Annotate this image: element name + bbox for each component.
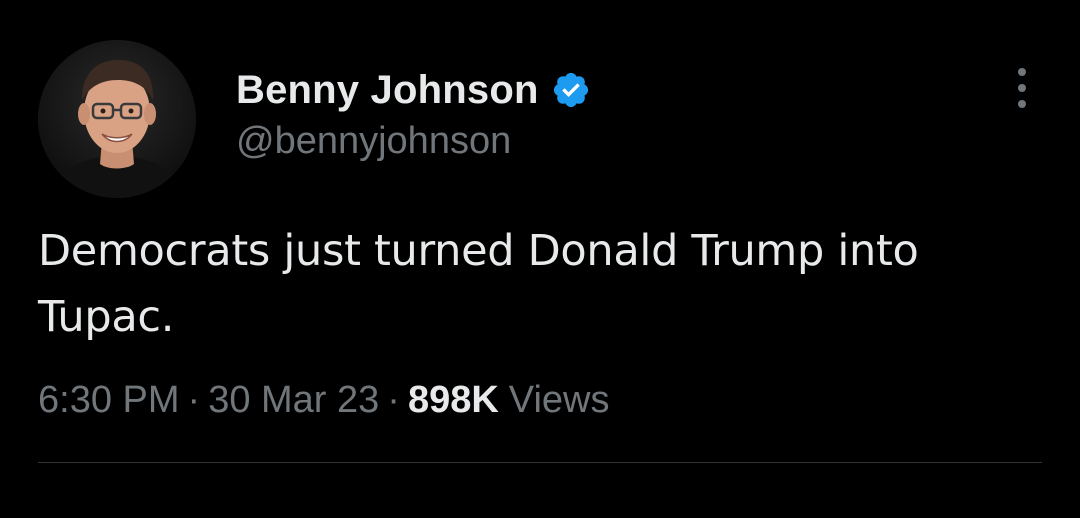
author-name-row: Benny Johnson xyxy=(236,64,591,116)
meta-separator: · xyxy=(387,378,400,421)
tweet-text: Democrats just turned Donald Trump into … xyxy=(38,226,919,342)
tweet-time[interactable]: 6:30 PM xyxy=(38,379,180,422)
avatar-image xyxy=(38,40,196,198)
more-vertical-icon[interactable] xyxy=(1004,66,1040,110)
meta-separator: · xyxy=(187,378,201,421)
tweet-meta: 6:30 PM · 30 Mar 23 · 898K Views xyxy=(38,374,609,426)
author-display-name[interactable]: Benny Johnson xyxy=(236,68,539,113)
author-handle[interactable]: @bennyjohnson xyxy=(236,120,511,163)
tweet: Benny Johnson @bennyjohnson Democrats ju… xyxy=(0,0,1080,518)
views-count[interactable]: 898K xyxy=(408,379,499,422)
more-dot xyxy=(1018,84,1026,92)
verified-badge-icon[interactable] xyxy=(551,70,591,110)
avatar[interactable] xyxy=(38,40,196,198)
views-label: Views xyxy=(508,378,610,421)
more-dot xyxy=(1018,68,1026,76)
divider xyxy=(38,462,1042,463)
tweet-date[interactable]: 30 Mar 23 xyxy=(208,379,379,422)
more-dot xyxy=(1018,100,1026,108)
